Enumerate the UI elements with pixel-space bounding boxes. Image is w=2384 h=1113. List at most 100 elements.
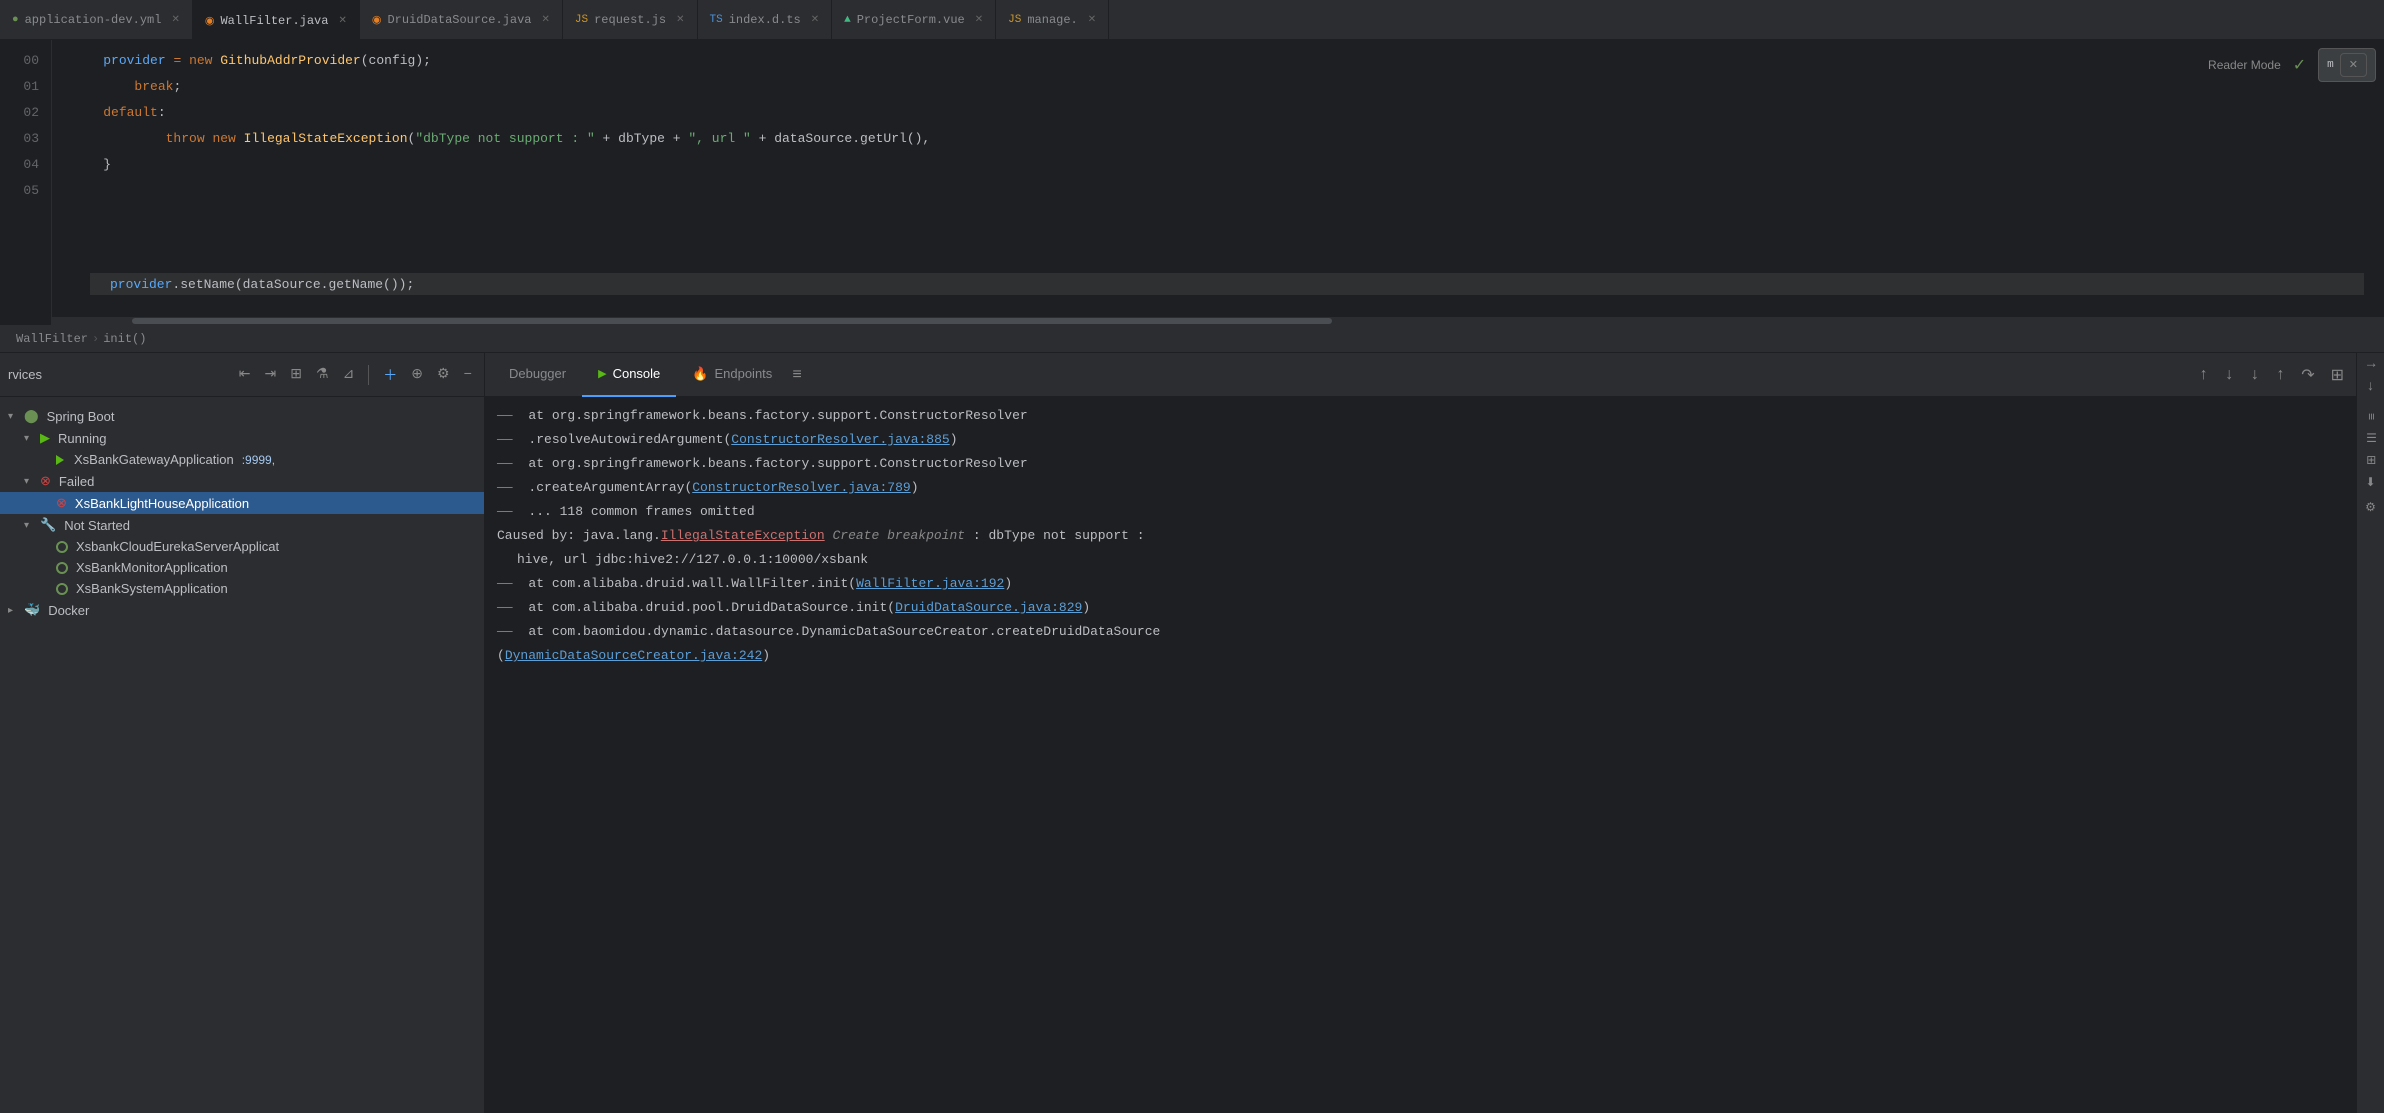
tab-console-label: Console (613, 366, 661, 381)
breadcrumb: WallFilter › init() (0, 325, 2384, 353)
services-title: rvices (8, 367, 42, 382)
console-line-1: —— at org.springframework.beans.factory.… (497, 405, 2344, 427)
monitor-icon (56, 562, 68, 574)
filter-icon[interactable]: ⚗ (312, 364, 333, 385)
dash-4: —— (497, 477, 513, 499)
right-panel-grid-icon[interactable]: ⊞ (2364, 455, 2378, 465)
minimize-icon[interactable]: − (460, 365, 476, 385)
tab-request-js[interactable]: JS request.js ✕ (563, 0, 698, 40)
tab-icon-wallfilter-java: ◉ (205, 14, 215, 28)
tree-item-system[interactable]: XsBankSystemApplication (0, 578, 484, 599)
tree-item-docker[interactable]: 🐳 Docker (0, 599, 484, 621)
gateway-play-icon (56, 455, 64, 465)
arrow-failed (24, 476, 36, 487)
right-panel-lines-icon[interactable]: ≡ (2364, 413, 2378, 420)
tab-icon-manage: JS (1008, 14, 1021, 26)
tab-label-index-d-ts: index.d.ts (729, 13, 801, 27)
link-constructor-resolver-885[interactable]: ConstructorResolver.java:885 (731, 432, 949, 447)
panel-tabs: Debugger ▶ Console 🔥 Endpoints ≡ ↑ ↓ ↓ ↑ (485, 353, 2356, 397)
link-druiddatasource-829[interactable]: DruidDataSource.java:829 (895, 600, 1082, 615)
tab-close-druiddatasource[interactable]: ✕ (542, 14, 550, 26)
tree-item-spring-boot[interactable]: ⬤ Spring Boot (0, 405, 484, 427)
console-text-3: at org.springframework.beans.factory.sup… (521, 453, 1028, 475)
console-line-2: —— .resolveAutowiredArgument(Constructor… (497, 429, 2344, 451)
scrollbar-thumb[interactable] (132, 318, 1332, 324)
tab-close-application-dev[interactable]: ✕ (171, 14, 179, 26)
right-panel-download-icon[interactable]: ⬇ (2365, 475, 2375, 490)
gateway-port: :9999, (242, 453, 275, 467)
tab-endpoints-label: Endpoints (714, 366, 772, 381)
tab-manage[interactable]: JS manage. ✕ (996, 0, 1109, 40)
tab-icon-projectform-vue: ▲ (844, 14, 851, 26)
tab-close-index-d-ts[interactable]: ✕ (811, 14, 819, 26)
tree-label-failed: Failed (59, 474, 94, 489)
group-icon[interactable]: ⊞ (286, 364, 306, 385)
tab-debugger[interactable]: Debugger (493, 353, 582, 397)
right-panel-settings-icon[interactable]: ⚙ (2365, 500, 2376, 515)
tab-label-druiddatasource: DruidDataSource.java (387, 13, 531, 27)
tree-item-monitor[interactable]: XsBankMonitorApplication (0, 557, 484, 578)
line-numbers: 00 01 02 03 04 05 (0, 40, 52, 325)
tree-item-failed[interactable]: ⊗ Failed (0, 470, 484, 492)
right-panel-down-arrow[interactable]: ↓ (2366, 379, 2374, 395)
sort-icon[interactable]: ⊿ (339, 364, 359, 385)
scroll-down-btn[interactable]: ↓ (2220, 362, 2238, 388)
horizontal-scrollbar[interactable] (52, 317, 2384, 325)
not-started-icon: 🔧 (40, 517, 56, 533)
link-dynamicdatasourcecreator-242[interactable]: DynamicDataSourceCreator.java:242 (505, 648, 762, 663)
download-btn[interactable]: ↓ (2246, 362, 2264, 388)
next-btn[interactable]: ↷ (2297, 361, 2318, 389)
link-wallfilter-192[interactable]: WallFilter.java:192 (856, 576, 1004, 591)
tree-item-gateway[interactable]: XsBankGatewayApplication :9999, (0, 449, 484, 470)
collapse-all-icon[interactable]: ⇤ (235, 364, 255, 385)
code-line-2: default: (72, 100, 2384, 126)
console-text-7: at com.alibaba.druid.pool.DruidDataSourc… (521, 597, 1091, 619)
tab-icon-request-js: JS (575, 14, 588, 26)
tree-item-eureka[interactable]: XsbankCloudEurekaServerApplicat (0, 536, 484, 557)
globe-icon[interactable]: ⊕ (407, 364, 427, 385)
panel-menu-icon[interactable]: ≡ (792, 366, 802, 384)
tab-druiddatasource[interactable]: ◉ DruidDataSource.java ✕ (360, 0, 563, 40)
tab-close-request-js[interactable]: ✕ (676, 14, 684, 26)
scroll-preview-line: provider.setName(dataSource.getName()); (90, 273, 2364, 295)
arrow-not-started (24, 520, 36, 531)
tab-close-manage[interactable]: ✕ (1088, 14, 1096, 26)
lighthouse-fail-icon: ⊗ (56, 495, 67, 511)
breadcrumb-item-init[interactable]: init() (103, 332, 146, 346)
tab-index-d-ts[interactable]: TS index.d.ts ✕ (698, 0, 833, 40)
tab-close-wallfilter[interactable]: ✕ (338, 15, 346, 27)
tab-endpoints[interactable]: 🔥 Endpoints (676, 353, 788, 397)
toolbar-separator (368, 365, 369, 385)
tree-item-lighthouse[interactable]: ⊗ XsBankLightHouseApplication (0, 492, 484, 514)
add-service-icon[interactable]: ＋ (379, 363, 401, 387)
right-panel: Debugger ▶ Console 🔥 Endpoints ≡ ↑ ↓ ↓ ↑ (485, 353, 2356, 1113)
tab-wallfilter[interactable]: ◉ WallFilter.java ✕ (193, 0, 360, 40)
console-line-5: —— ... 118 common frames omitted (497, 501, 2344, 523)
table-view-btn[interactable]: ⊞ (2327, 361, 2348, 389)
tab-close-projectform-vue[interactable]: ✕ (975, 14, 983, 26)
link-illegal-state-exception[interactable]: IllegalStateException (661, 528, 825, 543)
editor-area: 00 01 02 03 04 05 provider = new GithubA… (0, 40, 2384, 325)
tree-item-not-started[interactable]: 🔧 Not Started (0, 514, 484, 536)
console-text-5: ... 118 common frames omitted (521, 501, 755, 523)
tab-application-dev[interactable]: ● application-dev.yml ✕ (0, 0, 193, 40)
settings-icon[interactable]: ⚙ (433, 364, 454, 385)
eureka-icon (56, 541, 68, 553)
tab-console[interactable]: ▶ Console (582, 353, 676, 397)
mini-popup-text: m (2327, 59, 2334, 71)
console-output[interactable]: —— at org.springframework.beans.factory.… (485, 397, 2356, 1113)
dash-6: —— (497, 573, 513, 595)
tab-projectform-vue[interactable]: ▲ ProjectForm.vue ✕ (832, 0, 996, 40)
expand-all-icon[interactable]: ⇥ (261, 364, 281, 385)
right-panel-up-arrow[interactable]: ↑ (2363, 361, 2379, 369)
link-constructor-resolver-789[interactable]: ConstructorResolver.java:789 (692, 480, 910, 495)
reader-mode-label[interactable]: Reader Mode (2208, 58, 2281, 72)
scroll-up-btn[interactable]: ↑ (2195, 362, 2213, 388)
breadcrumb-item-wallfilter[interactable]: WallFilter (16, 332, 88, 346)
mini-popup-close[interactable]: ✕ (2340, 53, 2367, 77)
right-panel-list-icon[interactable]: ☰ (2364, 431, 2378, 445)
mini-popup: m ✕ (2318, 48, 2376, 82)
tree-item-running[interactable]: ▶ Running (0, 427, 484, 449)
upload-btn[interactable]: ↑ (2272, 362, 2290, 388)
tab-icon-index-d-ts: TS (710, 14, 723, 26)
